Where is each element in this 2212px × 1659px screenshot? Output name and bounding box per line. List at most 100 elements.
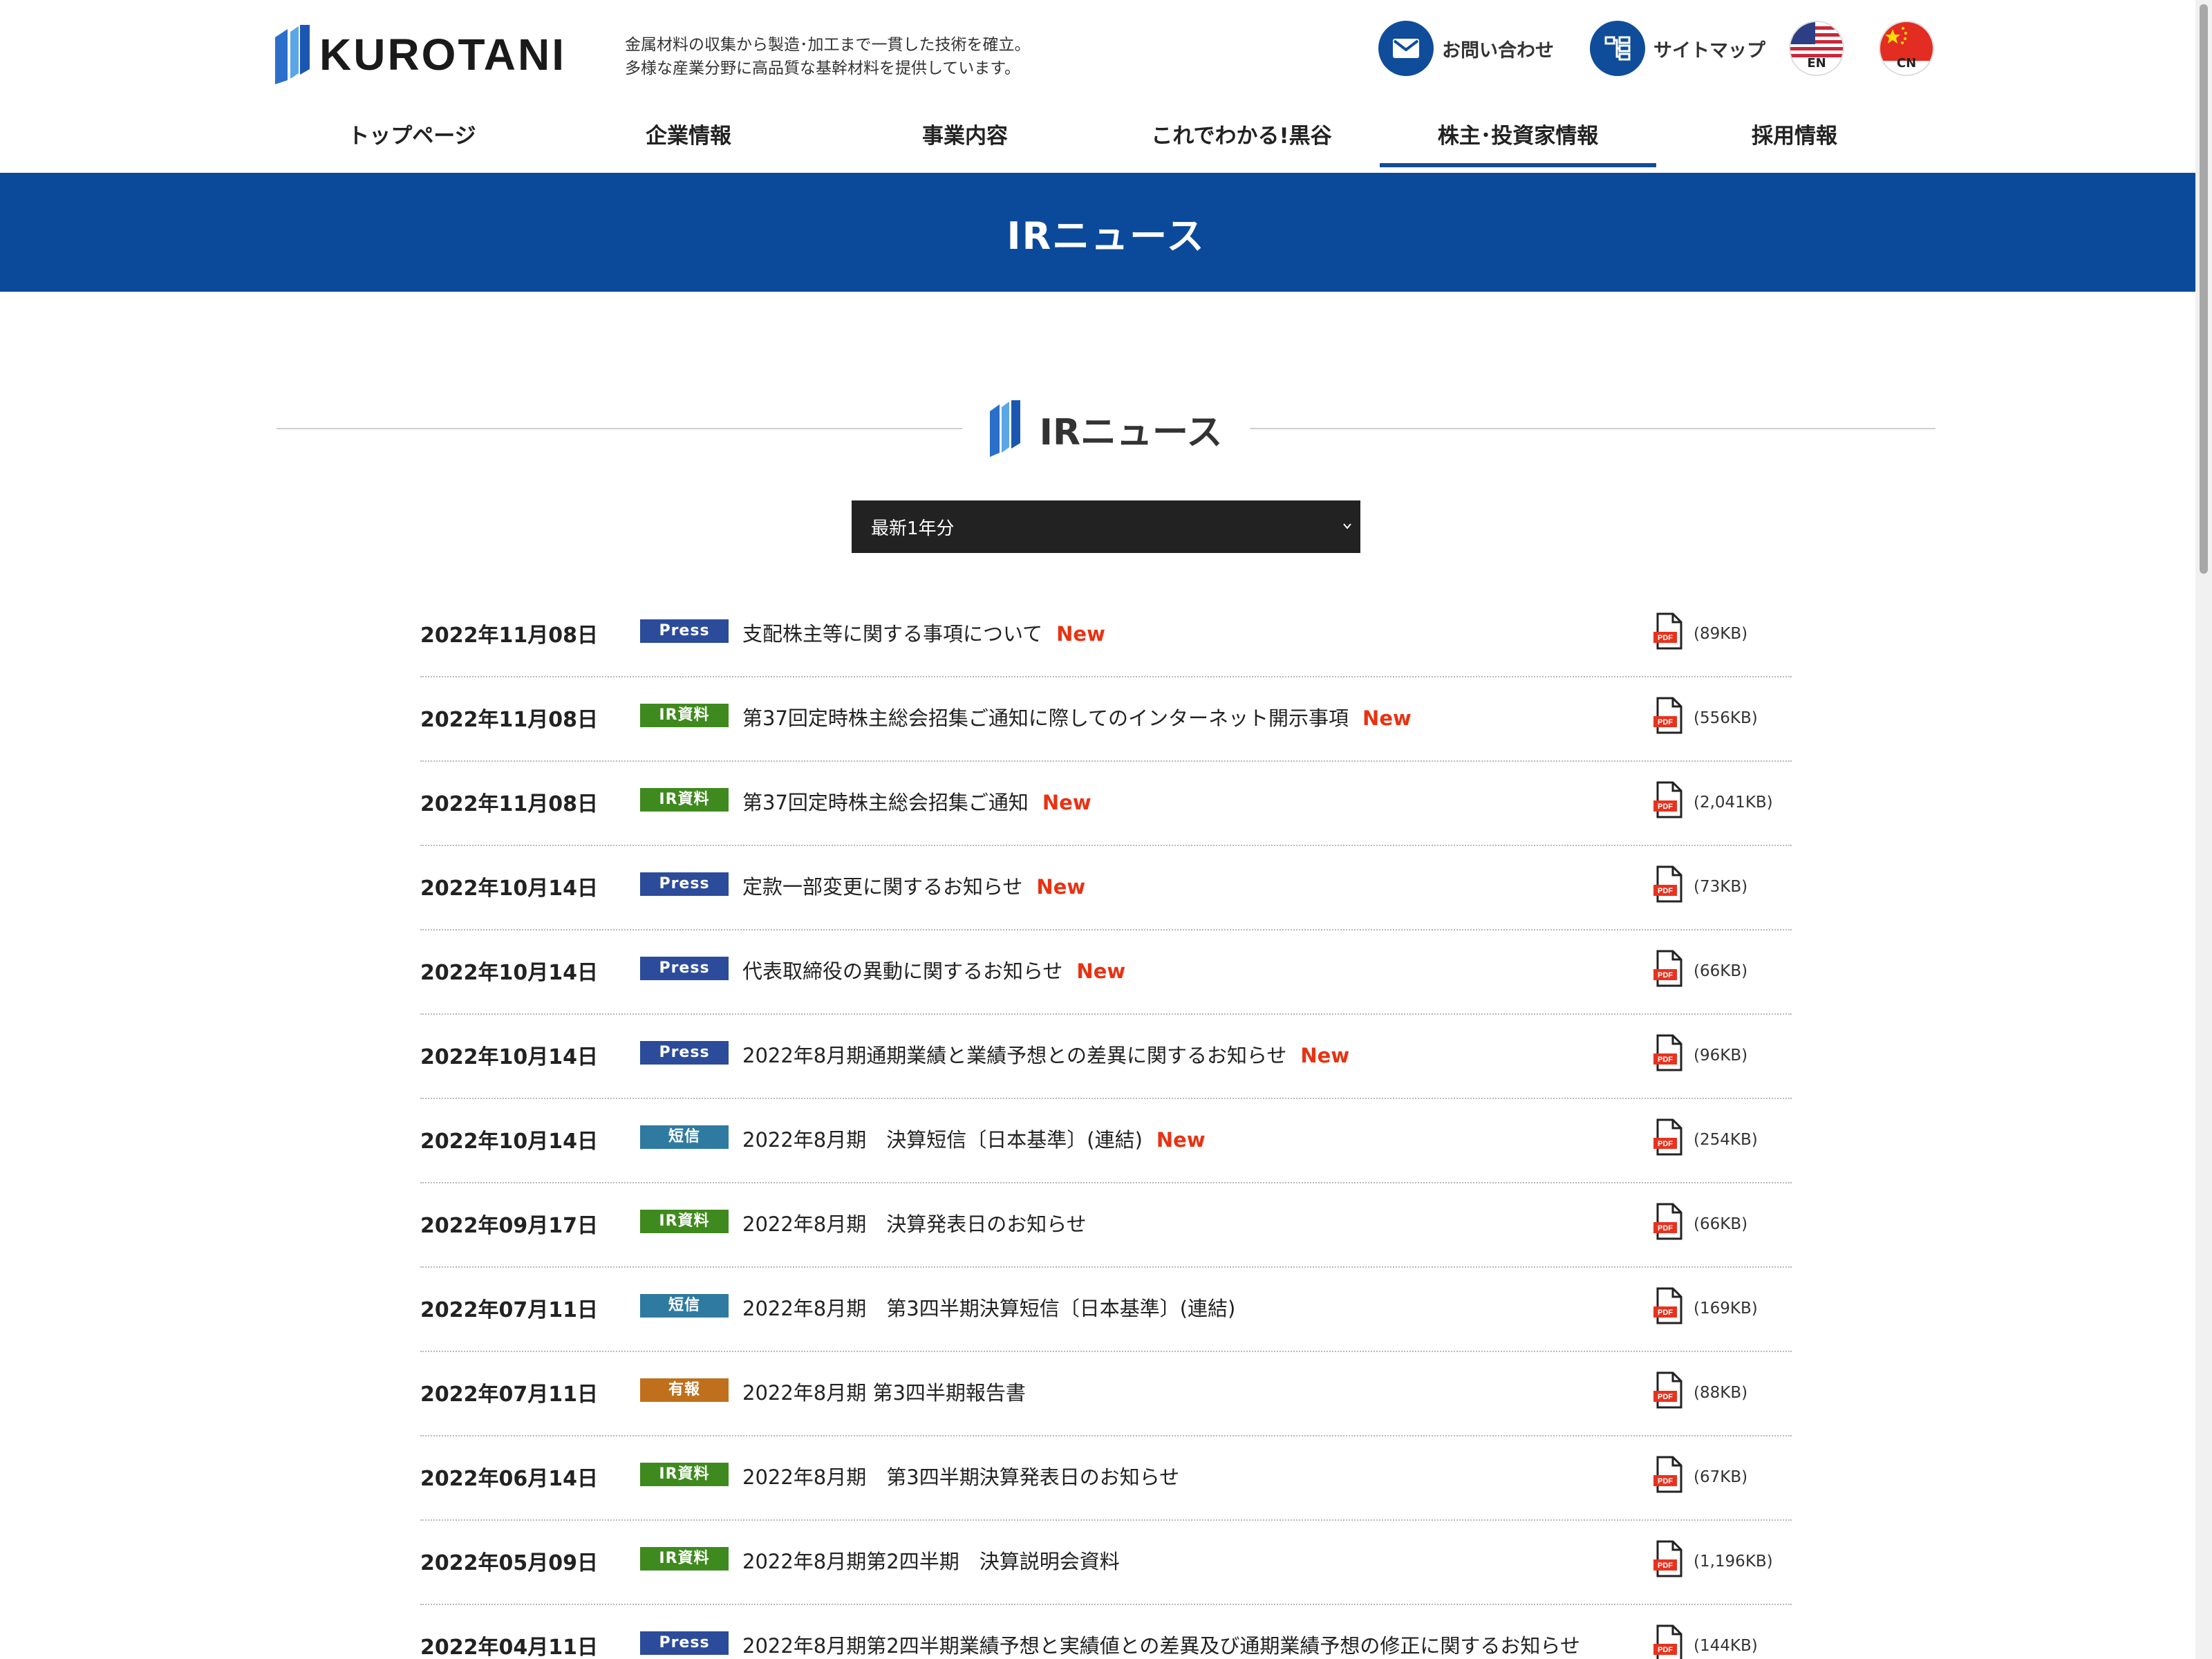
news-category-badge: Press [640, 957, 729, 980]
news-category-badge: Press [640, 872, 729, 896]
news-title-text: 第37回定時株主総会招集ご通知に際してのインターネット開示事項 [742, 706, 1349, 730]
news-title-text: 2022年8月期通期業績と業績予想との差異に関するお知らせ [742, 1044, 1287, 1067]
news-date: 2022年09月17日 [420, 1214, 598, 1238]
news-title-link[interactable]: 代表取締役の異動に関するお知らせ New [742, 955, 1125, 984]
period-filter-select[interactable]: 最新1年分 [852, 500, 1360, 553]
pdf-icon[interactable]: PDF [1652, 1034, 1684, 1071]
pdf-icon[interactable]: PDF [1652, 781, 1684, 818]
header-tagline: 金属材料の収集から製造･加工まで一貫した技術を確立。 多様な産業分野に高品質な基… [625, 33, 1031, 80]
news-row: 2022年06月14日 IR資料 2022年8月期 第3四半期決算発表日のお知らせ P… [420, 1436, 1792, 1521]
file-size: (73KB) [1694, 878, 1748, 896]
news-title-link[interactable]: 2022年8月期第2四半期 決算説明会資料 [742, 1546, 1120, 1575]
lang-en-button[interactable]: EN [1789, 21, 1844, 76]
file-size: (254KB) [1694, 1131, 1758, 1149]
news-category-badge: 短信 [640, 1125, 729, 1149]
news-row: 2022年11月08日 IR資料 第37回定時株主総会招集ご通知に際してのインターネ… [420, 677, 1792, 762]
pdf-icon[interactable]: PDF [1652, 950, 1684, 987]
pdf-icon[interactable]: PDF [1652, 1203, 1684, 1240]
pdf-icon[interactable]: PDF [1652, 1118, 1684, 1156]
pdf-icon[interactable]: PDF [1652, 697, 1684, 734]
new-label: New [1362, 706, 1412, 730]
pdf-icon[interactable]: PDF [1652, 1456, 1684, 1493]
news-row: 2022年09月17日 IR資料 2022年8月期 決算発表日のお知らせ PDF (66… [420, 1183, 1792, 1268]
contact-link[interactable]: お問い合わせ [1378, 19, 1554, 77]
new-label: New [1056, 622, 1105, 646]
news-date: 2022年10月14日 [420, 1045, 598, 1069]
nav-item-company[interactable]: 企業情報 [550, 111, 827, 173]
nav-item-top[interactable]: トップページ [274, 111, 550, 173]
news-title-link[interactable]: 2022年8月期 第3四半期報告書 [742, 1377, 1026, 1406]
news-title-text: 2022年8月期 決算発表日のお知らせ [742, 1212, 1087, 1236]
svg-text:PDF: PDF [1658, 1477, 1673, 1485]
pdf-icon[interactable]: PDF [1652, 612, 1684, 650]
pdf-icon[interactable]: PDF [1652, 865, 1684, 903]
news-category-badge: Press [640, 1631, 729, 1655]
news-title-link[interactable]: 2022年8月期 第3四半期決算短信〔日本基準〕(連結) [742, 1293, 1235, 1322]
news-title-link[interactable]: 第37回定時株主総会招集ご通知 New [742, 787, 1091, 816]
kurotani-logo-mark-icon [275, 25, 310, 84]
news-row: 2022年04月11日 Press 2022年8月期第2四半期業績予想と実績値との差… [420, 1605, 1792, 1659]
svg-text:PDF: PDF [1658, 887, 1673, 895]
news-title-text: 2022年8月期 第3四半期決算発表日のお知らせ [742, 1465, 1180, 1489]
news-title-link[interactable]: 2022年8月期通期業績と業績予想との差異に関するお知らせ New [742, 1040, 1349, 1069]
section-heading: IRニュース [276, 393, 1936, 465]
section-title: IRニュース [1039, 411, 1223, 453]
news-row: 2022年10月14日 Press 2022年8月期通期業績と業績予想との差異に関す… [420, 1015, 1792, 1099]
svg-text:PDF: PDF [1658, 1056, 1673, 1064]
sitemap-label: サイトマップ [1653, 39, 1765, 62]
file-size: (89KB) [1694, 625, 1748, 643]
svg-text:PDF: PDF [1658, 718, 1673, 727]
news-date: 2022年04月11日 [420, 1635, 598, 1659]
file-size: (556KB) [1694, 709, 1758, 727]
news-title-text: 2022年8月期第2四半期業績予想と実績値との差異及び通期業績予想の修正に関する… [742, 1634, 1580, 1658]
file-size: (2,041KB) [1694, 794, 1773, 812]
news-title-link[interactable]: 2022年8月期 決算発表日のお知らせ [742, 1208, 1087, 1237]
news-title-link[interactable]: 2022年8月期 第3四半期決算発表日のお知らせ [742, 1461, 1179, 1490]
nav-item-ir[interactable]: 株主･投資家情報 [1380, 111, 1656, 173]
sitemap-link[interactable]: サイトマップ [1590, 19, 1765, 77]
nav-item-recruit[interactable]: 採用情報 [1656, 111, 1933, 173]
news-date: 2022年06月14日 [420, 1467, 598, 1491]
news-row: 2022年07月11日 有報 2022年8月期 第3四半期報告書 PDF (88KB) [420, 1352, 1792, 1436]
lang-cn-label: CN [1896, 56, 1917, 71]
kurotani-mark-icon [989, 400, 1020, 457]
news-title-link[interactable]: 支配株主等に関する事項について New [742, 618, 1105, 647]
news-category-badge: IR資料 [640, 704, 729, 727]
page-title-band: IRニュース [0, 173, 2212, 292]
news-category-badge: Press [640, 619, 729, 643]
news-date: 2022年11月08日 [420, 708, 598, 732]
news-date: 2022年11月08日 [420, 624, 598, 648]
news-title-link[interactable]: 第37回定時株主総会招集ご通知に際してのインターネット開示事項 New [742, 702, 1412, 731]
news-category-badge: IR資料 [640, 1463, 729, 1486]
file-size: (66KB) [1694, 1215, 1748, 1233]
svg-text:PDF: PDF [1658, 1646, 1673, 1654]
lang-cn-button[interactable]: CN [1879, 21, 1934, 76]
nav-item-business[interactable]: 事業内容 [827, 111, 1103, 173]
svg-text:PDF: PDF [1658, 1140, 1673, 1148]
pdf-icon[interactable]: PDF [1652, 1540, 1684, 1577]
svg-text:PDF: PDF [1658, 634, 1673, 642]
divider-right [1250, 428, 1936, 429]
scrollbar-thumb[interactable] [2200, 4, 2208, 574]
news-category-badge: 有報 [640, 1378, 729, 1402]
news-title-text: 2022年8月期 決算短信〔日本基準〕(連結) [742, 1128, 1143, 1152]
tagline-line-2: 多様な産業分野に高品質な基幹材料を提供しています。 [625, 59, 1021, 77]
news-title-link[interactable]: 2022年8月期 決算短信〔日本基準〕(連結) New [742, 1124, 1206, 1153]
news-title-link[interactable]: 2022年8月期第2四半期業績予想と実績値との差異及び通期業績予想の修正に関する… [742, 1630, 1580, 1659]
nav-item-about-kurotani[interactable]: これでわかる!黒谷 [1103, 111, 1380, 173]
pdf-icon[interactable]: PDF [1652, 1624, 1684, 1659]
news-title-text: 支配株主等に関する事項について [742, 622, 1043, 646]
news-row: 2022年10月14日 Press 代表取締役の異動に関するお知らせ New PDF (6… [420, 930, 1792, 1015]
kurotani-logo[interactable]: KUROTANI [275, 25, 566, 84]
divider-left [276, 428, 962, 429]
news-title-text: 定款一部変更に関するお知らせ [742, 875, 1023, 899]
contact-label: お問い合わせ [1442, 39, 1554, 62]
news-title-link[interactable]: 定款一部変更に関するお知らせ New [742, 871, 1085, 900]
pdf-icon[interactable]: PDF [1652, 1287, 1684, 1324]
svg-text:PDF: PDF [1658, 1562, 1673, 1570]
page-scrollbar[interactable] [2195, 0, 2212, 1659]
pdf-icon[interactable]: PDF [1652, 1371, 1684, 1409]
file-size: (96KB) [1694, 1047, 1748, 1065]
news-row: 2022年10月14日 短信 2022年8月期 決算短信〔日本基準〕(連結) New P… [420, 1099, 1792, 1183]
news-title-text: 2022年8月期 第3四半期報告書 [742, 1381, 1026, 1405]
